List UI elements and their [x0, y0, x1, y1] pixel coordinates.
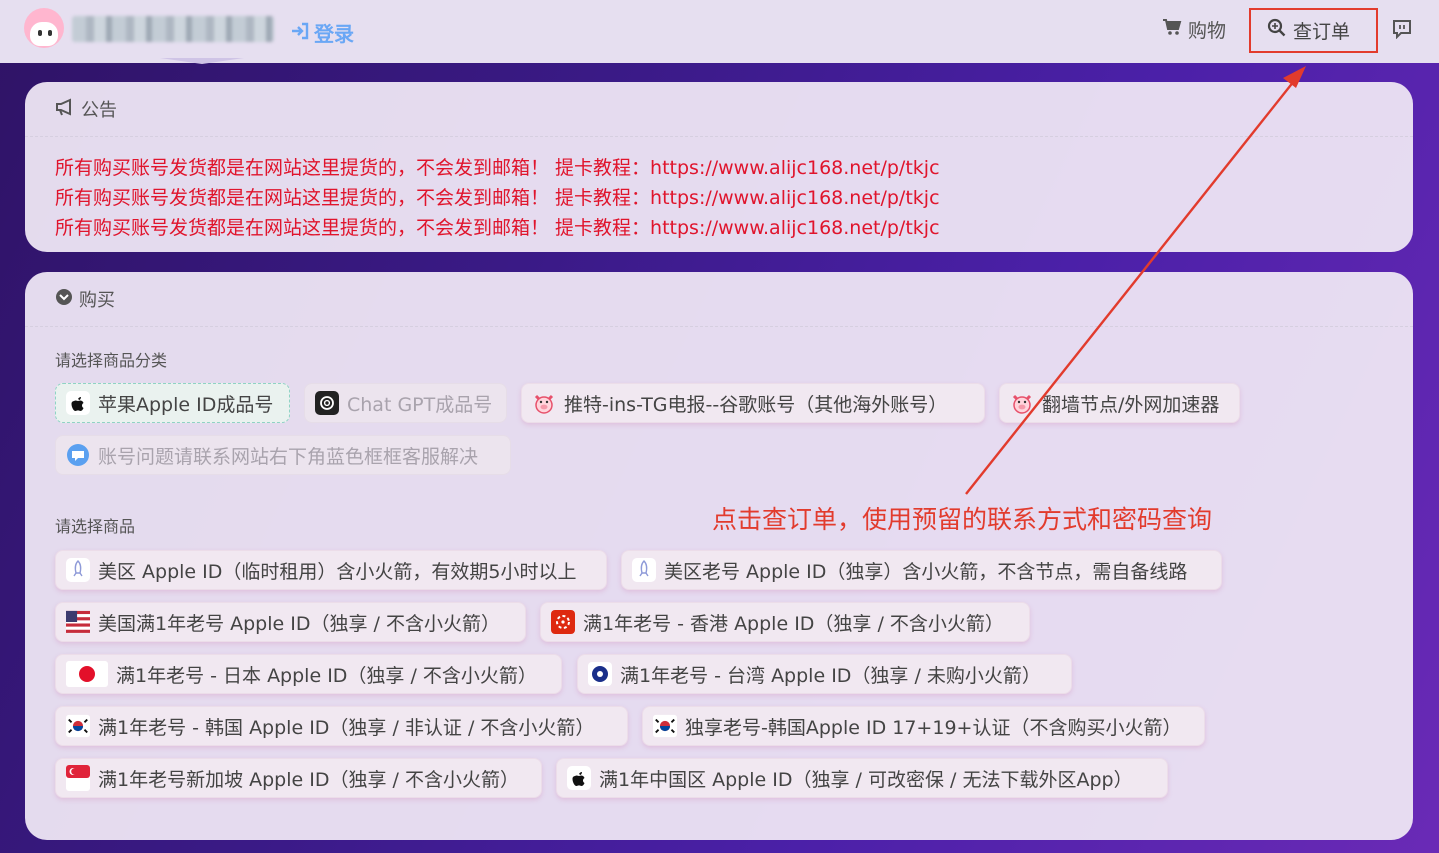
sign-in-icon: [290, 21, 310, 45]
buy-divider: [25, 326, 1413, 327]
product-jp-1yr[interactable]: 满1年老号 - 日本 Apple ID（独享 / 不含小火箭）: [55, 654, 562, 694]
search-zoom-icon: [1267, 18, 1287, 43]
notice-line: 所有购买账号发货都是在网站这里提货的，不会发到邮箱！ 提卡教程：https://…: [55, 157, 940, 179]
notice-title: 公告: [81, 100, 117, 121]
buy-header: 购买: [55, 286, 115, 312]
notice-header: 公告: [55, 96, 117, 122]
product-tw-1yr[interactable]: 满1年老号 - 台湾 Apple ID（独享 / 未购小火箭）: [577, 654, 1072, 694]
product-name: 满1年老号 - 韩国 Apple ID（独享 / 非认证 / 不含小火箭）: [98, 716, 595, 739]
category-label-text: 账号问题请联系网站右下角蓝色框框客服解决: [98, 445, 479, 468]
product-name: 满1年老号新加坡 Apple ID（独享 / 不含小火箭）: [98, 768, 519, 791]
category-support-note[interactable]: 账号问题请联系网站右下角蓝色框框客服解决: [55, 435, 511, 475]
notice-line: 所有购买账号发货都是在网站这里提货的，不会发到邮箱！ 提卡教程：https://…: [55, 187, 940, 209]
chevron-circle-down-icon: [55, 288, 73, 311]
korea-flag-icon: [653, 714, 677, 738]
product-name: 独享老号-韩国Apple ID 17+19+认证（不含购买小火箭）: [685, 716, 1182, 739]
product-us-rental[interactable]: 美区 Apple ID（临时租用）含小火箭，有效期5小时以上: [55, 550, 607, 590]
apple-logo-icon: [567, 766, 591, 790]
category-label-text: Chat GPT成品号: [347, 393, 493, 416]
buy-title: 购买: [79, 290, 115, 311]
product-us-1yr[interactable]: 美国满1年老号 Apple ID（独享 / 不含小火箭）: [55, 602, 526, 642]
product-name: 满1年老号 - 香港 Apple ID（独享 / 不含小火箭）: [583, 612, 1004, 635]
korea-flag-icon: [66, 714, 90, 738]
taiwan-flag-icon: [588, 662, 612, 686]
nav-order-lookup[interactable]: 查订单: [1249, 8, 1378, 53]
product-kr-1yr[interactable]: 满1年老号 - 韩国 Apple ID（独享 / 非认证 / 不含小火箭）: [55, 706, 628, 746]
product-us-old[interactable]: 美区老号 Apple ID（独享）含小火箭，不含节点，需自备线路: [621, 550, 1222, 590]
notice-card: 公告 所有购买账号发货都是在网站这里提货的，不会发到邮箱！ 提卡教程：https…: [25, 82, 1413, 252]
rocket-icon: [66, 558, 90, 582]
product-cn-1yr[interactable]: 满1年中国区 Apple ID（独享 / 可改密保 / 无法下载外区App）: [556, 758, 1168, 798]
product-name: 满1年老号 - 日本 Apple ID（独享 / 不含小火箭）: [116, 664, 537, 687]
nav-shop-label: 购物: [1188, 20, 1227, 42]
site-name-blurred[interactable]: [72, 16, 274, 42]
notice-divider: [25, 136, 1413, 137]
category-social-accounts[interactable]: 推特-ins-TG电报--谷歌账号（其他海外账号）: [521, 383, 985, 423]
product-name: 美国满1年老号 Apple ID（独享 / 不含小火箭）: [98, 612, 500, 635]
singapore-flag-icon: [66, 765, 90, 791]
login-link[interactable]: 登录: [290, 18, 354, 47]
pig-mascot-icon: [532, 391, 556, 415]
hong-kong-flag-icon: [551, 610, 575, 634]
top-bar: 登录 购物 查订单: [0, 0, 1439, 64]
category-label-text: 苹果Apple ID成品号: [98, 393, 274, 416]
chat-icon[interactable]: [1392, 19, 1412, 43]
buy-card: 购买 请选择商品分类 苹果Apple ID成品号 Chat GPT成品号 推特-…: [25, 272, 1413, 840]
apple-logo-icon: [66, 391, 90, 415]
annotation-text: 点击查订单，使用预留的联系方式和密码查询: [712, 505, 1213, 534]
login-label: 登录: [314, 22, 354, 46]
japan-flag-icon: [66, 661, 108, 687]
notice-line: 所有购买账号发货都是在网站这里提货的，不会发到邮箱！ 提卡教程：https://…: [55, 217, 940, 239]
product-sg-1yr[interactable]: 满1年老号新加坡 Apple ID（独享 / 不含小火箭）: [55, 758, 542, 798]
megaphone-icon: [55, 97, 75, 121]
category-label-text: 推特-ins-TG电报--谷歌账号（其他海外账号）: [564, 393, 948, 416]
category-vpn-nodes[interactable]: 翻墙节点/外网加速器: [999, 383, 1240, 423]
category-label: 请选择商品分类: [55, 351, 168, 370]
cart-icon: [1162, 18, 1182, 41]
category-apple-id[interactable]: 苹果Apple ID成品号: [55, 383, 290, 423]
product-name: 美区 Apple ID（临时租用）含小火箭，有效期5小时以上: [98, 560, 577, 583]
pig-mascot-icon: [1010, 391, 1034, 415]
product-hk-1yr[interactable]: 满1年老号 - 香港 Apple ID（独享 / 不含小火箭）: [540, 602, 1030, 642]
product-name: 满1年中国区 Apple ID（独享 / 可改密保 / 无法下载外区App）: [599, 768, 1133, 791]
category-label-text: 翻墙节点/外网加速器: [1042, 393, 1220, 416]
openai-logo-icon: [315, 391, 339, 415]
category-chatgpt[interactable]: Chat GPT成品号: [304, 383, 507, 423]
product-label: 请选择商品: [55, 517, 136, 536]
chat-bubble-icon: [66, 443, 90, 467]
nav-order-label: 查订单: [1293, 21, 1351, 43]
site-logo-avatar[interactable]: [24, 8, 64, 48]
rocket-icon: [632, 558, 656, 582]
product-kr-verified[interactable]: 独享老号-韩国Apple ID 17+19+认证（不含购买小火箭）: [642, 706, 1205, 746]
product-name: 满1年老号 - 台湾 Apple ID（独享 / 未购小火箭）: [620, 664, 1041, 687]
product-name: 美区老号 Apple ID（独享）含小火箭，不含节点，需自备线路: [664, 560, 1188, 583]
menu-pointer: [160, 58, 244, 64]
us-flag-icon: [66, 610, 90, 634]
nav-shop[interactable]: 购物: [1162, 16, 1226, 43]
